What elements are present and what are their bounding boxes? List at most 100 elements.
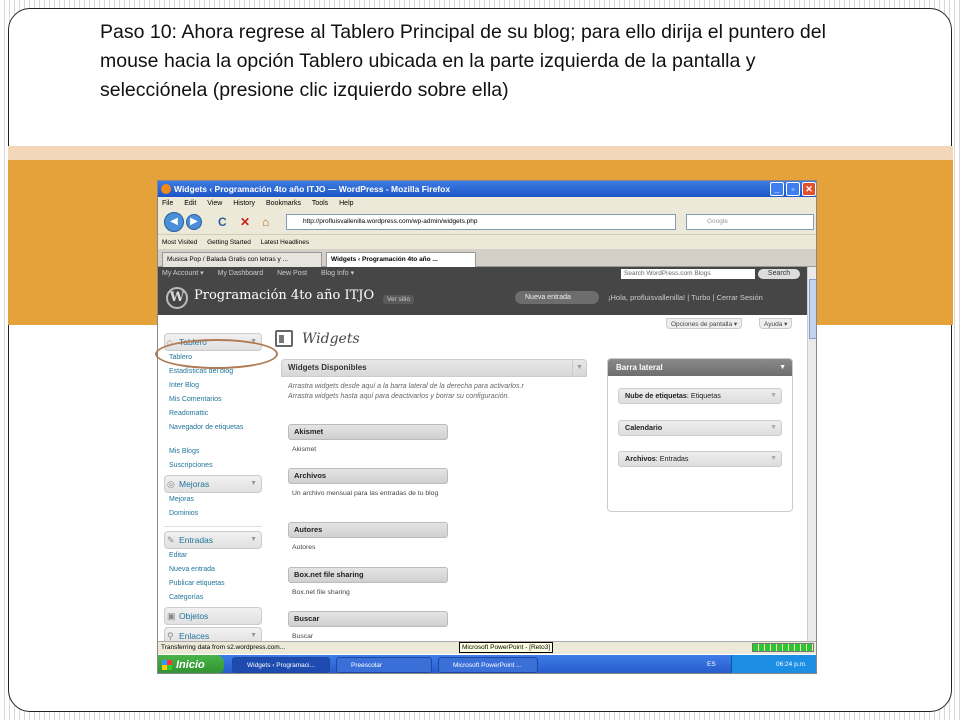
sidebar-item-mis-blogs[interactable]: Mis Blogs	[164, 445, 262, 459]
ver-sitio-button[interactable]: Ver sitio	[383, 295, 415, 304]
bookmark-most-visited[interactable]: Most Visited	[162, 239, 197, 246]
tab-widgets[interactable]: Widgets ‹ Programación 4to año ...	[326, 252, 476, 267]
widget-akismet-desc: Akismet	[292, 446, 317, 453]
available-widgets-header[interactable]: Widgets Disponibles ▼	[281, 359, 587, 377]
adminbar-blog-info[interactable]: Blog Info ▾	[321, 270, 354, 277]
screen-options-button[interactable]: Opciones de pantalla ▾	[666, 318, 743, 329]
sidebar-item-mis-comentarios[interactable]: Mis Comentarios	[164, 393, 262, 407]
widget-buscar[interactable]: Buscar	[288, 611, 448, 627]
chevron-down-icon[interactable]: ▼	[770, 389, 777, 403]
close-icon[interactable]: ✕	[802, 182, 816, 196]
sidebar-item-inter-blog[interactable]: Inter Blog	[164, 379, 262, 393]
sidebar-widget-archivos[interactable]: Archivos: Entradas ▼	[618, 451, 782, 467]
adminbar-my-account[interactable]: My Account ▾	[162, 270, 204, 277]
chevron-down-icon[interactable]: ▼	[770, 421, 777, 435]
wp-search-input[interactable]: Search WordPress.com Blogs	[621, 269, 755, 279]
chevron-down-icon[interactable]: ▼	[779, 359, 786, 376]
widget-name: Nube de etiquetas	[625, 391, 687, 400]
minimize-icon[interactable]: _	[770, 182, 784, 196]
sidebar-item-nueva-entrada[interactable]: Nueva entrada	[164, 563, 262, 577]
wp-header: W Programación 4to año ITJO Ver sitio Nu…	[158, 281, 816, 315]
taskbar-item-firefox[interactable]: Widgets ‹ Programaci...	[232, 657, 330, 673]
tab-musica[interactable]: Musica Pop / Balada Gratis con letras y …	[162, 252, 322, 267]
windows-taskbar: Inicio Widgets ‹ Programaci... Preescola…	[158, 655, 816, 673]
stop-icon[interactable]: ✕	[240, 215, 250, 229]
sidebar-item-suscripciones[interactable]: Suscripciones	[164, 459, 262, 473]
windows-logo-icon	[162, 660, 172, 670]
start-button[interactable]: Inicio	[158, 655, 224, 673]
sidebar-item-dominios[interactable]: Dominios	[164, 507, 262, 521]
url-bar[interactable]: http://profluisvallenilla.wordpress.com/…	[286, 214, 676, 230]
sidebar-item-categorias[interactable]: Categorías	[164, 591, 262, 605]
widget-box-net[interactable]: Box.net file sharing	[288, 567, 448, 583]
widgets-page-icon	[275, 330, 293, 347]
chevron-down-icon: ▼	[250, 480, 257, 487]
language-indicator[interactable]: ES	[707, 655, 716, 673]
forward-icon[interactable]: ▶	[186, 214, 202, 230]
widget-autores-desc: Autores	[292, 544, 316, 551]
sidebar-item-navegador[interactable]: Navegador de etiquetas	[164, 421, 262, 445]
bookmark-getting-started[interactable]: Getting Started	[207, 239, 251, 246]
nueva-entrada-button[interactable]: Nueva entrada	[515, 291, 599, 304]
available-widgets-title: Widgets Disponibles	[288, 363, 367, 372]
menu-bar: File Edit View History Bookmarks Tools H…	[158, 197, 816, 210]
widget-sub: : Entradas	[655, 454, 689, 463]
menu-history[interactable]: History	[233, 200, 255, 207]
vertical-scrollbar[interactable]	[807, 267, 816, 641]
help-button[interactable]: Ayuda ▾	[759, 318, 793, 329]
sidebar-item-readomattic[interactable]: Readomattic	[164, 407, 262, 421]
menu-file[interactable]: File	[162, 200, 173, 207]
sidebar-area-header[interactable]: Barra lateral ▼	[608, 359, 792, 376]
menu-help[interactable]: Help	[339, 200, 353, 207]
sidebar-item-editar[interactable]: Editar	[164, 549, 262, 563]
widget-akismet[interactable]: Akismet	[288, 424, 448, 440]
adminbar-new-post[interactable]: New Post	[277, 270, 307, 277]
sidebar-heading-entradas: Entradas	[179, 535, 214, 545]
accent-band-light	[8, 146, 953, 160]
menu-view[interactable]: View	[207, 200, 222, 207]
chevron-down-icon[interactable]: ▼	[572, 360, 586, 376]
browser-screenshot: Widgets ‹ Programación 4to año ITJO — Wo…	[157, 180, 817, 674]
sidebar-section-objetos[interactable]: ▣ Objetos	[164, 607, 262, 625]
widget-autores[interactable]: Autores	[288, 522, 448, 538]
back-icon[interactable]: ◀	[164, 212, 184, 232]
window-title: Widgets ‹ Programación 4to año ITJO — Wo…	[174, 184, 451, 194]
search-input[interactable]: Google	[686, 214, 814, 230]
available-widgets-description: Arrastra widgets desde aquí a la barra l…	[288, 383, 524, 400]
system-tray: 06:24 p.m.	[731, 655, 816, 673]
chevron-down-icon[interactable]: ▼	[770, 452, 777, 466]
widget-name: Calendario	[625, 423, 663, 432]
sidebar-heading-enlaces: Enlaces	[179, 631, 210, 641]
taskbar-item-preescolar[interactable]: Preescolar	[336, 657, 432, 673]
sidebar-widget-nube[interactable]: Nube de etiquetas: Etiquetas ▼	[618, 388, 782, 404]
sidebar-widget-area: Barra lateral ▼ Nube de etiquetas: Etique…	[607, 358, 793, 512]
widget-box-net-desc: Box.net file sharing	[292, 589, 350, 596]
scrollbar-thumb[interactable]	[809, 279, 816, 339]
sidebar-section-mejoras[interactable]: ◎ Mejoras ▼	[164, 475, 262, 493]
upgrades-icon: ◎	[167, 479, 175, 489]
sidebar-section-entradas[interactable]: ✎ Entradas ▼	[164, 531, 262, 549]
sidebar-item-mejoras[interactable]: Mejoras	[164, 493, 262, 507]
tab-bar: Musica Pop / Balada Gratis con letras y …	[158, 249, 816, 267]
sidebar-widget-calendario[interactable]: Calendario ▼	[618, 420, 782, 436]
user-greeting[interactable]: ¡Hola, profluisvallenilla! | Turbo | Cer…	[608, 293, 763, 302]
loading-progress-bar	[752, 643, 814, 652]
menu-tools[interactable]: Tools	[312, 200, 328, 207]
navigation-toolbar: ◀ ▶ C ✕ ⌂ http://profluisvallenilla.word…	[158, 210, 816, 234]
clock[interactable]: 06:24 p.m.	[776, 661, 807, 668]
bookmark-latest-headlines[interactable]: Latest Headlines	[261, 239, 309, 246]
maximize-icon[interactable]: ▫	[786, 182, 800, 196]
menu-edit[interactable]: Edit	[184, 200, 196, 207]
sidebar-item-publicar-etiquetas[interactable]: Publicar etiquetas	[164, 577, 262, 591]
wp-admin-bar: My Account ▾ My Dashboard New Post Blog …	[158, 267, 816, 281]
wp-search-button[interactable]: Search	[758, 269, 800, 279]
sidebar-heading-mejoras: Mejoras	[179, 479, 210, 489]
sidebar-separator	[164, 521, 262, 527]
adminbar-my-dashboard[interactable]: My Dashboard	[218, 270, 264, 277]
reload-icon[interactable]: C	[218, 215, 227, 229]
home-icon[interactable]: ⌂	[262, 215, 269, 229]
firefox-icon	[161, 184, 171, 194]
widget-archivos[interactable]: Archivos	[288, 468, 448, 484]
taskbar-item-powerpoint[interactable]: Microsoft PowerPoint ...	[438, 657, 538, 673]
menu-bookmarks[interactable]: Bookmarks	[266, 200, 301, 207]
